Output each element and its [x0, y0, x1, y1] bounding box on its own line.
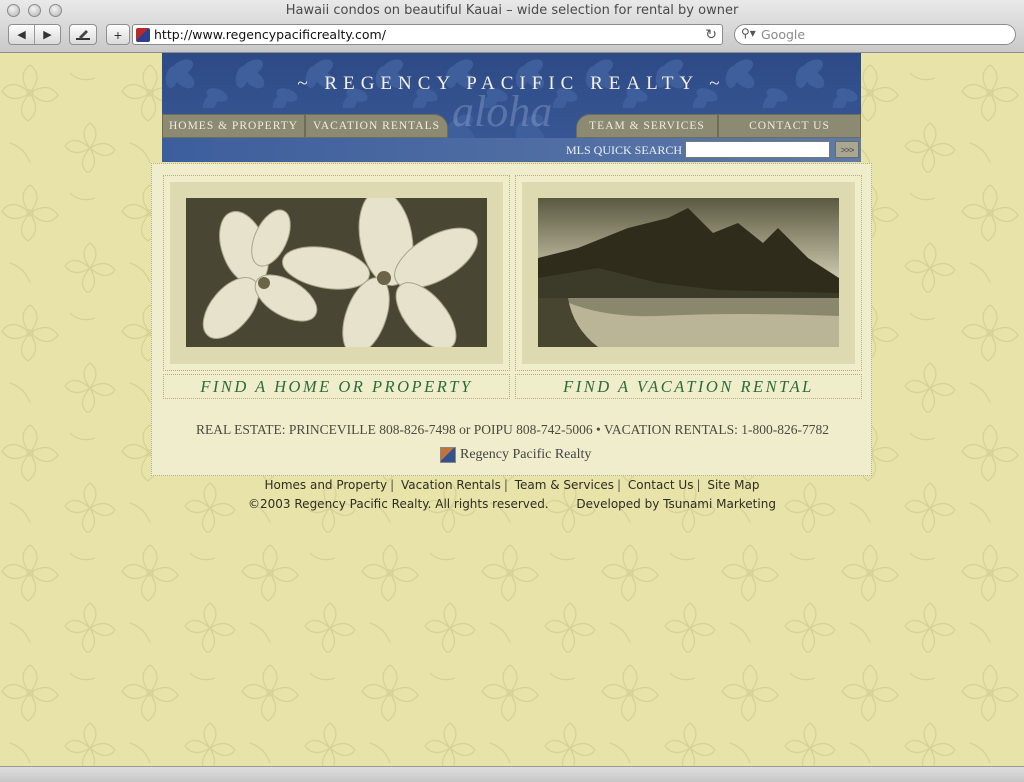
status-bar — [0, 766, 1024, 782]
magnifier-icon[interactable]: ⚲▾ — [741, 26, 756, 40]
footer-logo-text: Regency Pacific Realty — [460, 447, 592, 462]
nav-label: VACATION RENTALS — [313, 120, 440, 132]
browser-toolbar: Hawaii condos on beautiful Kauai – wide … — [0, 0, 1024, 53]
coastline-image — [538, 198, 839, 347]
find-home-link[interactable]: FIND A HOME OR PROPERTY — [163, 374, 510, 399]
vacation-rentals-phone: 1-800-826-7782 — [741, 422, 830, 437]
footer-copyright: ©2003 Regency Pacific Realty. All rights… — [0, 497, 1024, 511]
find-vacation-rental-link[interactable]: FIND A VACATION RENTAL — [515, 374, 862, 399]
plumeria-image — [186, 198, 487, 347]
back-button[interactable]: ◀ — [9, 25, 34, 44]
separator: | — [617, 478, 622, 492]
site-logo[interactable]: ~ REGENCY PACIFIC REALTY ~ — [162, 73, 861, 95]
mls-search-go-button[interactable]: >>> — [835, 141, 859, 158]
regency-logo-icon — [440, 447, 456, 463]
developer-link[interactable]: Developed by Tsunami Marketing — [576, 497, 776, 511]
forward-button[interactable]: ▶ — [34, 25, 60, 44]
footer-link-homes[interactable]: Homes and Property — [264, 478, 387, 492]
copyright-text: ©2003 Regency Pacific Realty. All rights… — [248, 497, 549, 511]
footer-links: Homes and Property | Vacation Rentals | Te… — [0, 478, 1024, 492]
nav-label: HOMES & PROPERTY — [168, 120, 299, 132]
main-content: FIND A HOME OR PROPERTY FIND A VACATION … — [151, 163, 872, 476]
back-arrow-icon: ◀ — [17, 29, 26, 41]
footer-link-contact[interactable]: Contact Us — [628, 478, 694, 492]
photo-frame — [522, 182, 855, 364]
mls-search-input[interactable] — [685, 141, 830, 158]
search-field[interactable]: ⚲▾ Google — [734, 24, 1016, 45]
contact-phones: REAL ESTATE: PRINCEVILLE 808-826-7498 or… — [152, 422, 873, 438]
coastline-photo[interactable] — [538, 198, 839, 347]
footer-link-team[interactable]: Team & Services — [515, 478, 614, 492]
footer-logo: Regency Pacific Realty — [440, 447, 591, 463]
history-buttons: ◀ ▶ — [8, 24, 61, 45]
footer-link-vacation[interactable]: Vacation Rentals — [401, 478, 501, 492]
photo-frame — [170, 182, 503, 364]
nav-team-services[interactable]: TEAM & SERVICES — [576, 114, 718, 138]
nav-label: TEAM & SERVICES — [589, 120, 705, 132]
pencil-icon — [76, 29, 90, 40]
plumeria-photo[interactable] — [186, 198, 487, 347]
separator: | — [390, 478, 395, 492]
site-favicon-icon — [136, 28, 150, 42]
nav-homes-property[interactable]: HOMES & PROPERTY — [162, 114, 305, 138]
plus-icon: + — [113, 26, 123, 43]
edit-bookmark-button[interactable] — [69, 24, 97, 45]
real-estate-phones: PRINCEVILLE 808-826-7498 or POIPU 808-74… — [288, 422, 601, 437]
nav-vacation-rentals[interactable]: VACATION RENTALS — [305, 114, 448, 138]
footer-link-sitemap[interactable]: Site Map — [707, 478, 759, 492]
vacation-rental-panel[interactable] — [515, 175, 862, 371]
vacation-rentals-label: VACATION RENTALS: — [603, 422, 738, 437]
home-property-panel[interactable] — [163, 175, 510, 371]
real-estate-label: REAL ESTATE: — [195, 422, 286, 437]
nav-label: CONTACT US — [749, 120, 830, 132]
separator: | — [503, 478, 508, 492]
window-title: Hawaii condos on beautiful Kauai – wide … — [285, 3, 739, 18]
forward-arrow-icon: ▶ — [43, 29, 52, 41]
address-bar[interactable]: http://www.regencypacificrealty.com/ ↻ — [132, 24, 723, 45]
mls-search-bar: MLS QUICK SEARCH >>> — [162, 138, 861, 162]
nav-contact-us[interactable]: CONTACT US — [718, 114, 861, 138]
reload-icon[interactable]: ↻ — [705, 26, 717, 43]
site-header: aloha ~ REGENCY PACIFIC REALTY ~ HOMES &… — [162, 53, 861, 162]
add-bookmark-button[interactable]: + — [106, 24, 130, 45]
search-placeholder: Google — [761, 27, 806, 42]
separator: | — [696, 478, 701, 492]
url-text: http://www.regencypacificrealty.com/ — [154, 27, 386, 42]
web-page: aloha ~ REGENCY PACIFIC REALTY ~ HOMES &… — [0, 53, 1024, 766]
mls-search-label: MLS QUICK SEARCH — [566, 143, 683, 157]
